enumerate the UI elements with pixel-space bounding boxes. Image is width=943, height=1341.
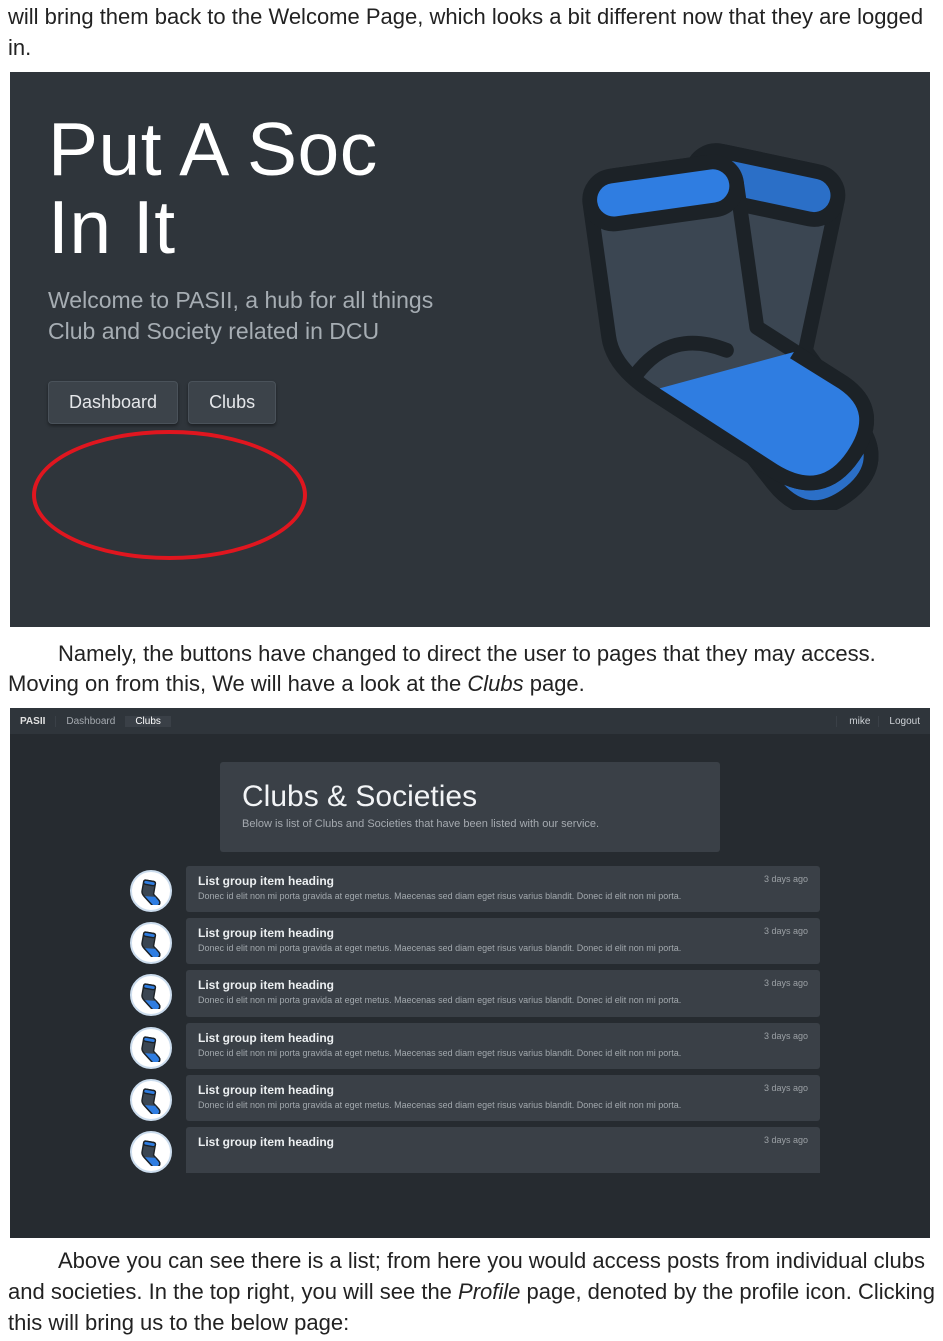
hero-title: Put A Soc In It xyxy=(48,110,568,268)
hero-subtitle: Welcome to PASII, a hub for all things C… xyxy=(48,285,478,347)
clubs-subtitle: Below is list of Clubs and Societies tha… xyxy=(242,818,698,830)
club-item-heading: List group item heading xyxy=(198,1031,808,1045)
club-card[interactable]: List group item heading3 days ago xyxy=(186,1127,820,1173)
nav-logout[interactable]: Logout xyxy=(878,716,930,727)
club-item-time: 3 days ago xyxy=(764,926,808,936)
club-avatar-icon xyxy=(130,870,172,912)
club-item-body: Donec id elit non mi porta gravida at eg… xyxy=(198,1047,808,1059)
dashboard-button[interactable]: Dashboard xyxy=(48,381,178,424)
screenshot-clubs-page: PASII Dashboard Clubs mike Logout Clubs … xyxy=(10,708,930,1238)
clubs-button[interactable]: Clubs xyxy=(188,381,276,424)
club-avatar-icon xyxy=(130,922,172,964)
club-list-item[interactable]: List group item heading3 days ago xyxy=(120,1127,820,1173)
club-card[interactable]: List group item heading Donec id elit non… xyxy=(186,918,820,964)
nav-link-dashboard[interactable]: Dashboard xyxy=(56,716,125,727)
club-item-time: 3 days ago xyxy=(764,874,808,884)
nav-brand[interactable]: PASII xyxy=(10,716,56,727)
club-avatar-icon xyxy=(130,974,172,1016)
club-item-time: 3 days ago xyxy=(764,1031,808,1041)
club-item-body: Donec id elit non mi porta gravida at eg… xyxy=(198,942,808,954)
club-item-heading: List group item heading xyxy=(198,926,808,940)
clubs-title: Clubs & Societies xyxy=(242,780,698,814)
nav-user-profile[interactable]: mike xyxy=(836,716,878,727)
club-item-heading: List group item heading xyxy=(198,874,808,888)
club-item-body: Donec id elit non mi porta gravida at eg… xyxy=(198,1099,808,1111)
club-list-item[interactable]: List group item heading Donec id elit non… xyxy=(120,1023,820,1069)
clubs-header-panel: Clubs & Societies Below is list of Clubs… xyxy=(220,762,720,852)
club-card[interactable]: List group item heading Donec id elit non… xyxy=(186,1023,820,1069)
club-avatar-icon xyxy=(130,1131,172,1173)
nav-link-clubs[interactable]: Clubs xyxy=(125,716,171,727)
socks-logo-icon xyxy=(520,130,890,510)
hero-title-line1: Put A Soc xyxy=(48,107,378,191)
club-avatar-icon xyxy=(130,1027,172,1069)
club-list-item[interactable]: List group item heading Donec id elit non… xyxy=(120,1075,820,1121)
club-card[interactable]: List group item heading Donec id elit non… xyxy=(186,866,820,912)
club-avatar-icon xyxy=(130,1079,172,1121)
screenshot-welcome-page: Put A Soc In It Welcome to PASII, a hub … xyxy=(10,72,930,627)
red-circle-annotation xyxy=(32,430,307,560)
doc-paragraph-1: will bring them back to the Welcome Page… xyxy=(0,0,943,66)
doc-paragraph-3: Above you can see there is a list; from … xyxy=(0,1244,943,1340)
club-list-item[interactable]: List group item heading Donec id elit non… xyxy=(120,866,820,912)
clubs-list: List group item heading Donec id elit non… xyxy=(120,866,820,1173)
doc-paragraph-2: Namely, the buttons have changed to dire… xyxy=(0,637,943,703)
club-list-item[interactable]: List group item heading Donec id elit non… xyxy=(120,918,820,964)
club-card[interactable]: List group item heading Donec id elit non… xyxy=(186,1075,820,1121)
club-list-item[interactable]: List group item heading Donec id elit non… xyxy=(120,970,820,1016)
club-item-body: Donec id elit non mi porta gravida at eg… xyxy=(198,994,808,1006)
club-item-heading: List group item heading xyxy=(198,1083,808,1097)
club-item-heading: List group item heading xyxy=(198,978,808,992)
top-nav: PASII Dashboard Clubs mike Logout xyxy=(10,708,930,734)
club-item-heading: List group item heading xyxy=(198,1135,808,1149)
club-item-time: 3 days ago xyxy=(764,978,808,988)
club-item-time: 3 days ago xyxy=(764,1135,808,1145)
club-card[interactable]: List group item heading Donec id elit non… xyxy=(186,970,820,1016)
club-item-time: 3 days ago xyxy=(764,1083,808,1093)
hero-title-line2: In It xyxy=(48,185,176,269)
club-item-body: Donec id elit non mi porta gravida at eg… xyxy=(198,890,808,902)
